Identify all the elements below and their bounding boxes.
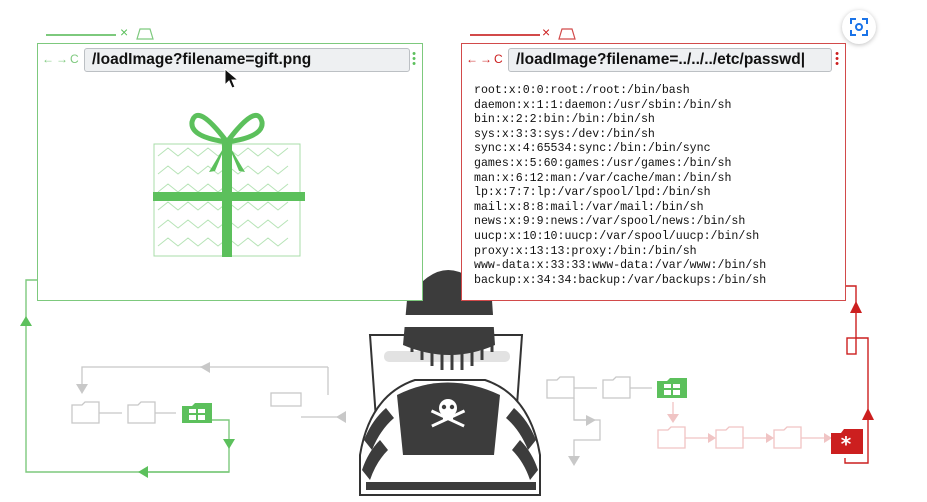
url-bar[interactable]: /loadImage?filename=gift.png [84, 48, 410, 72]
pink-folder-chain [657, 402, 825, 449]
gray-arrow-down-2 [568, 456, 580, 466]
gray-arrow-right-2 [586, 415, 596, 426]
tab-underline [46, 34, 116, 36]
gift-folder-right [657, 378, 687, 398]
green-arrow-left [138, 466, 148, 478]
pink-arrow-3 [824, 433, 832, 443]
new-tab-icon[interactable] [136, 28, 154, 40]
passwd-output: root:x:0:0:root:/root:/bin/bash daemon:x… [474, 84, 767, 287]
svg-text:*: * [841, 432, 852, 456]
gray-arrow-left-2 [336, 411, 346, 423]
mouse-pointer-icon [224, 68, 240, 89]
asterisk-folder: * [831, 429, 863, 456]
browser-window-right: × ←→C /loadImage?filename=../../../etc/p… [461, 24, 846, 301]
tab-underline [470, 34, 540, 36]
pink-arrow-down [667, 414, 679, 423]
green-arrow-down [223, 439, 235, 449]
close-tab-icon[interactable]: × [542, 24, 550, 40]
hacker-figure [359, 270, 541, 496]
nav-icons[interactable]: ←→C [466, 52, 505, 66]
pink-arrow-1 [708, 433, 716, 443]
menu-dots-icon[interactable]: • • • [412, 49, 416, 70]
right-folder-chain [546, 376, 652, 458]
visual-search-button[interactable] [842, 10, 876, 44]
gift-folder-left [182, 403, 212, 423]
url-bar[interactable]: /loadImage?filename=../../../etc/passwd| [508, 48, 832, 72]
green-flow [25, 279, 230, 473]
red-arrow-up-1 [850, 301, 862, 313]
red-arrow-up-2 [862, 408, 874, 420]
gift-icon [153, 112, 305, 257]
visual-search-icon [850, 18, 868, 36]
pink-arrow-2 [766, 433, 774, 443]
menu-dots-icon[interactable]: • • • [835, 49, 839, 70]
close-tab-icon[interactable]: × [120, 24, 128, 40]
gray-arrow-left-1 [200, 362, 210, 373]
green-arrow-up [20, 316, 32, 326]
new-tab-icon[interactable] [558, 28, 576, 40]
gray-arrow-down-1 [76, 384, 88, 394]
nav-icons[interactable]: ←→C [42, 52, 81, 66]
